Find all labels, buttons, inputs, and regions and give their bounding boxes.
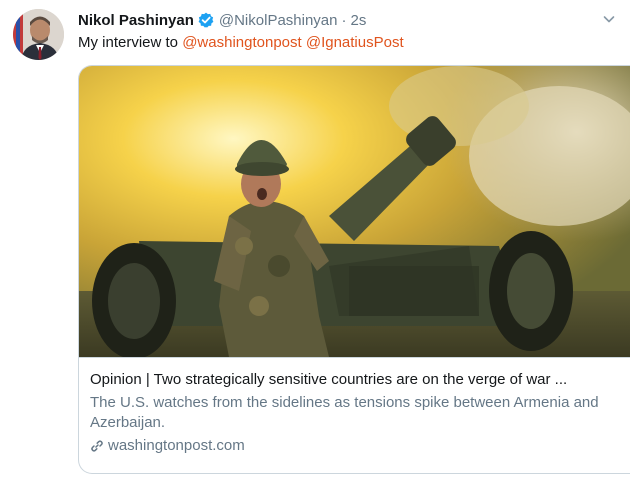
chevron-down-icon[interactable] xyxy=(602,12,616,26)
avatar[interactable] xyxy=(13,9,64,60)
mention-link[interactable]: @IgnatiusPost xyxy=(306,34,404,51)
card-domain-text[interactable]: washingtonpost.com xyxy=(108,437,245,454)
tweet[interactable]: Nikol Pashinyan @NikolPashinyan · 2s My … xyxy=(0,0,630,479)
tweet-timestamp[interactable]: 2s xyxy=(351,12,367,29)
mention-link[interactable]: @washingtonpost xyxy=(182,34,301,51)
verified-badge-icon xyxy=(198,12,214,28)
link-icon xyxy=(90,439,104,453)
card-domain[interactable]: washingtonpost.com xyxy=(90,437,630,454)
tweet-text-prefix: My interview to xyxy=(78,34,183,51)
tweet-text: My interview to @washingtonpost @Ignatiu… xyxy=(78,34,404,51)
card-body[interactable]: Opinion | Two strategically sensitive co… xyxy=(79,357,630,473)
card-title[interactable]: Opinion | Two strategically sensitive co… xyxy=(90,370,630,390)
card-image[interactable] xyxy=(79,66,630,357)
card-description: The U.S. watches from the sidelines as t… xyxy=(90,394,599,431)
author-name[interactable]: Nikol Pashinyan xyxy=(78,12,194,29)
separator-dot: · xyxy=(341,11,347,29)
tweet-header: Nikol Pashinyan @NikolPashinyan · 2s xyxy=(78,10,366,30)
link-card[interactable]: Opinion | Two strategically sensitive co… xyxy=(78,65,630,474)
author-handle[interactable]: @NikolPashinyan xyxy=(219,12,338,29)
